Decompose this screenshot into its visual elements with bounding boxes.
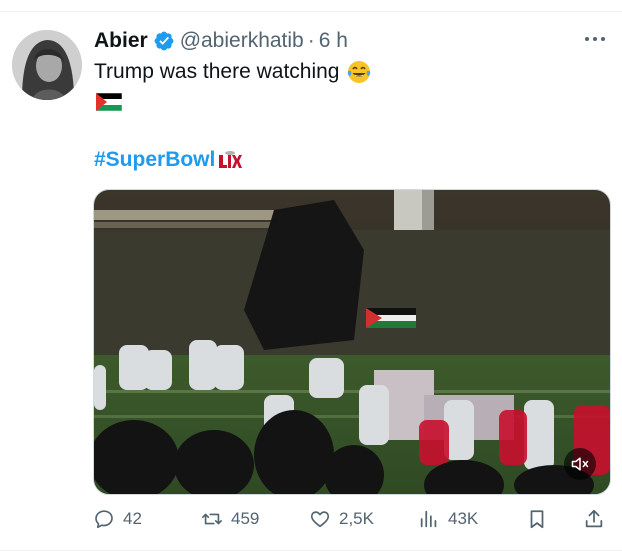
- heart-icon: [310, 511, 330, 528]
- verified-badge-icon: [154, 31, 174, 51]
- tweet-video[interactable]: [93, 189, 611, 495]
- video-frame: [94, 190, 610, 494]
- face-with-tears-of-joy-icon: [347, 61, 370, 83]
- palestine-flag-icon: [96, 93, 122, 111]
- share-button[interactable]: [583, 508, 613, 530]
- like-count: 2,5K: [339, 509, 374, 528]
- time-separator: ·: [307, 29, 315, 52]
- top-divider: [0, 11, 622, 12]
- repost-count: 459: [231, 509, 260, 528]
- action-bar: 42 459 2,5K 43K: [93, 508, 609, 534]
- mute-button[interactable]: [564, 448, 596, 480]
- views-button[interactable]: 43K: [418, 508, 478, 530]
- super-bowl-lix-logo: [219, 151, 243, 168]
- more-options-icon[interactable]: [585, 34, 607, 44]
- reply-button[interactable]: 42: [93, 508, 142, 530]
- like-button[interactable]: 2,5K: [309, 508, 374, 530]
- analytics-icon: [420, 510, 437, 528]
- handle[interactable]: @abierkhatib: [180, 29, 304, 53]
- reply-icon: [95, 510, 113, 529]
- repost-button[interactable]: 459: [201, 508, 259, 530]
- tweet-body: Trump was there watching: [94, 60, 340, 83]
- repost-icon: [202, 513, 222, 525]
- display-name[interactable]: Abier: [94, 29, 148, 53]
- bookmark-icon: [530, 510, 544, 529]
- bottom-divider: [0, 550, 622, 551]
- view-count: 43K: [448, 509, 479, 528]
- volume-muted-icon: [571, 457, 589, 471]
- tweet-text: Trump was there watching: [94, 59, 372, 85]
- timestamp[interactable]: 6 h: [319, 29, 348, 53]
- hashtag-row: #SuperBowl: [94, 148, 243, 172]
- avatar[interactable]: [12, 30, 82, 100]
- share-icon: [585, 509, 603, 528]
- reply-count: 42: [123, 509, 142, 528]
- tweet-header: Abier @abierkhatib · 6 h: [94, 28, 348, 54]
- hashtag-link[interactable]: #SuperBowl: [94, 148, 215, 172]
- bookmark-button[interactable]: [526, 508, 556, 530]
